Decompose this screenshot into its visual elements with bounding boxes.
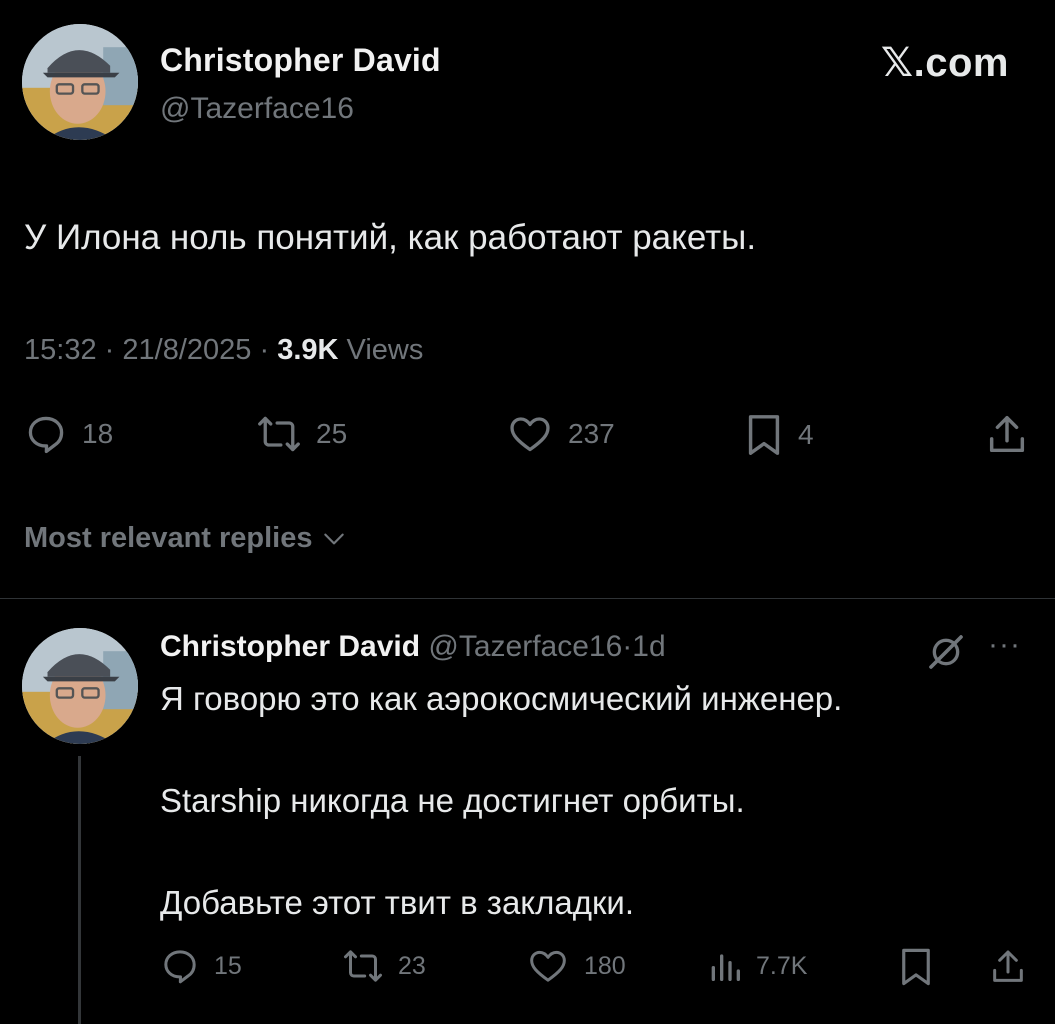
reply-author-handle[interactable]: @Tazerface16 bbox=[428, 630, 622, 663]
replies-sort-dropdown[interactable]: Most relevant replies bbox=[24, 522, 347, 555]
replies-sort-label: Most relevant replies bbox=[24, 522, 313, 554]
repost-button[interactable]: 23 bbox=[342, 946, 426, 986]
share-button[interactable] bbox=[988, 946, 1028, 988]
tweet-time[interactable]: 15:32 bbox=[24, 334, 97, 366]
like-count: 180 bbox=[584, 951, 626, 980]
tweet-meta: 15:32 · 21/8/2025 · 3.9K Views bbox=[24, 334, 423, 367]
share-button[interactable] bbox=[984, 412, 1030, 458]
grok-button[interactable] bbox=[926, 632, 966, 677]
repost-icon bbox=[258, 416, 300, 452]
repost-count: 23 bbox=[398, 951, 426, 980]
views-count: 3.9K bbox=[277, 334, 339, 366]
reply-button[interactable]: 18 bbox=[24, 412, 113, 456]
tweet-text: У Илона ноль понятий, как работают ракет… bbox=[24, 218, 757, 257]
share-icon bbox=[993, 950, 1023, 982]
brand-logo: 𝕏.com bbox=[880, 41, 1009, 85]
views-icon bbox=[711, 954, 740, 981]
reply-age[interactable]: 1d bbox=[632, 630, 665, 663]
bookmark-button[interactable]: 4 bbox=[744, 412, 814, 458]
views-label: Views bbox=[346, 334, 424, 366]
reply-icon bbox=[164, 950, 196, 984]
reply-actions: 15 23 180 7.7K bbox=[0, 946, 1055, 988]
views-count: 7.7K bbox=[756, 951, 808, 980]
reply-text-line: Starship никогда не достигнет орбиты. bbox=[160, 782, 745, 819]
reply-icon bbox=[28, 416, 64, 454]
like-button[interactable]: 180 bbox=[526, 946, 626, 986]
reply-count: 15 bbox=[214, 951, 242, 980]
tweet-date[interactable]: 21/8/2025 bbox=[122, 334, 251, 366]
reply-text-line: Я говорю это как аэрокосмический инженер… bbox=[160, 680, 843, 717]
repost-button[interactable]: 25 bbox=[256, 412, 347, 456]
like-count: 237 bbox=[568, 418, 615, 449]
bookmark-icon bbox=[748, 415, 780, 455]
bookmark-button[interactable] bbox=[898, 946, 934, 988]
separator: · bbox=[259, 334, 270, 366]
share-icon bbox=[989, 416, 1025, 453]
views-button[interactable]: 7.7K bbox=[708, 946, 807, 986]
like-icon bbox=[510, 417, 550, 452]
repost-icon bbox=[344, 950, 382, 982]
author-handle[interactable]: @Tazerface16 bbox=[160, 92, 354, 126]
avatar-photo-icon bbox=[22, 628, 138, 744]
reply-header: Christopher David @Tazerface16·1d bbox=[160, 630, 666, 664]
bookmark-count: 4 bbox=[798, 419, 814, 450]
author-name[interactable]: Christopher David bbox=[160, 42, 441, 79]
separator: · bbox=[622, 630, 633, 663]
chevron-down-icon bbox=[323, 533, 344, 544]
tweet-actions: 18 25 237 4 bbox=[0, 412, 1055, 460]
like-icon bbox=[530, 950, 566, 982]
more-options-button[interactable]: ··· bbox=[988, 628, 1021, 662]
grok-icon bbox=[929, 635, 963, 669]
avatar[interactable] bbox=[22, 24, 138, 140]
reply-count: 18 bbox=[82, 418, 114, 449]
repost-count: 25 bbox=[316, 418, 348, 449]
bookmark-icon bbox=[902, 948, 930, 986]
reply-button[interactable]: 15 bbox=[160, 946, 242, 986]
tweet-page: Christopher David @Tazerface16 𝕏.com У И… bbox=[0, 0, 1055, 1024]
like-button[interactable]: 237 bbox=[506, 412, 615, 456]
reply-text-line: Добавьте этот твит в закладки. bbox=[160, 884, 635, 921]
separator: · bbox=[104, 334, 115, 366]
reply-author-name[interactable]: Christopher David bbox=[160, 630, 420, 663]
avatar-photo-icon bbox=[22, 24, 138, 140]
divider bbox=[0, 598, 1055, 599]
reply-avatar[interactable] bbox=[22, 628, 138, 744]
